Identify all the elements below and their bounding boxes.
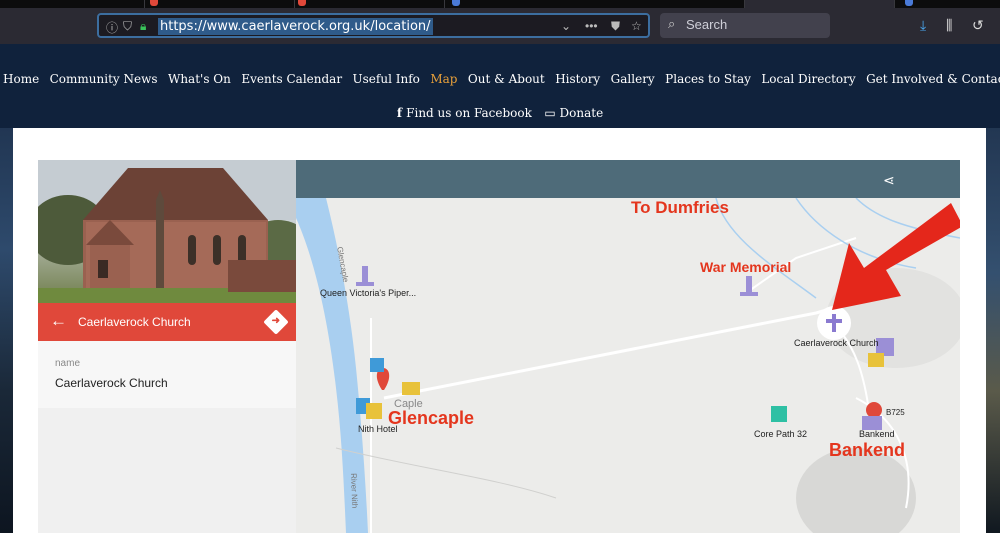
place-title: Caerlaverock Church [78,315,191,329]
search-icon: ⌕ [668,16,676,31]
nav-get-involved[interactable]: Get Involved & Contact [866,72,1000,86]
tab-strip [0,0,1000,8]
poi-piper-label[interactable]: Queen Victoria's Piper... [320,288,416,298]
share-icon[interactable]: ⋖ [883,172,895,189]
nav-community-news[interactable]: Community News [50,72,158,86]
label-bankend: Bankend [829,440,906,460]
post-office-icon [402,382,420,395]
info-icon[interactable]: ⓘ [106,19,118,36]
town-label-caple: Caple [394,398,423,410]
browser-tab[interactable] [295,0,445,8]
browser-tab[interactable] [445,0,745,8]
map-view[interactable]: To Dumfries War Memorial Glencaple Banke… [296,197,960,533]
poi-church-label[interactable]: Caerlaverock Church [794,338,879,348]
monument-icon [362,266,368,284]
search-box[interactable]: ⌕ [660,13,830,38]
war-memorial-icon [746,276,752,294]
place-panel: ← Caerlaverock Church ➜ name Caerlaveroc… [38,160,296,533]
pocket-icon[interactable]: ⛊ [611,19,620,34]
url-text[interactable]: https://www.caerlaverock.org.uk/location… [158,18,433,35]
nav-history[interactable]: History [555,72,600,86]
nav-home[interactable]: Home [3,72,39,86]
facebook-icon: f [396,106,407,120]
poi-nith-hotel-label[interactable]: Nith Hotel [358,424,398,434]
history-icon[interactable]: ↺ [972,17,984,34]
back-arrow-icon[interactable]: ← [50,311,67,331]
walking-icon [771,406,787,422]
church-photo [38,160,296,303]
background-scenery-left [0,61,13,533]
lock-icon[interactable]: 🔒︎ [140,19,146,34]
donate-label: Donate [559,106,604,120]
bookmark-star-icon[interactable]: ☆ [631,19,642,33]
nav-map[interactable]: Map [430,72,457,86]
map-container: ⋖ To Dumfries War Memorial Glencaple Ban… [296,160,960,533]
map-header: ⋖ [296,160,960,198]
field-value: Caerlaverock Church [55,376,168,390]
picnic-icon [868,353,884,367]
bankend-castle-icon [862,416,882,430]
nav-out-about[interactable]: Out & About [468,72,545,86]
main-content: ← Caerlaverock Church ➜ name Caerlaveroc… [13,128,986,533]
site-navigation: Home Community News What's On Events Cal… [0,44,1000,128]
shield-icon[interactable]: ⛉ [123,19,132,34]
chevron-down-icon[interactable]: ⌄ [561,19,571,33]
browser-tab[interactable] [0,0,145,8]
field-label: name [55,358,81,369]
credit-card-icon: ▭ [544,106,560,120]
river-label: River Nith [349,473,360,509]
url-bar[interactable]: ⓘ ⛉ 🔒︎ https://www.caerlaverock.org.uk/l… [97,13,650,38]
background-scenery-right [986,61,1000,533]
nav-useful-info[interactable]: Useful Info [353,72,420,86]
nav-whats-on[interactable]: What's On [168,72,231,86]
search-input[interactable] [686,17,816,32]
download-icon[interactable]: ⤓ [920,17,926,34]
facebook-link[interactable]: f Find us on Facebook [397,106,532,120]
browser-toolbar: ⓘ ⛉ 🔒︎ https://www.caerlaverock.org.uk/l… [0,8,1000,44]
poi-core-path-label[interactable]: Core Path 32 [754,429,807,439]
facebook-label: Find us on Facebook [406,106,532,120]
place-title-bar: ← Caerlaverock Church ➜ [38,303,296,341]
browser-tab-active[interactable] [745,0,895,8]
nav-places-to-stay[interactable]: Places to Stay [665,72,751,86]
donate-link[interactable]: ▭ Donate [544,106,603,120]
poi-bankend-label[interactable]: Bankend [859,429,895,439]
tab-favicon [905,0,913,6]
label-war-memorial: War Memorial [700,259,792,275]
place-details: name Caerlaverock Church [38,341,296,408]
directions-icon[interactable]: ➜ [263,309,289,335]
secondary-menu: f Find us on Facebook ▭ Donate [0,104,1000,122]
bankend-pin [866,402,882,418]
accommodation-icon [366,403,382,419]
nav-gallery[interactable]: Gallery [611,72,655,86]
boat-icon [370,358,384,372]
map-canvas [296,197,960,533]
nav-local-directory[interactable]: Local Directory [761,72,855,86]
road-label: B725 [886,408,905,417]
more-icon[interactable]: ••• [585,19,598,33]
browser-tab[interactable] [145,0,295,8]
label-glencaple: Glencaple [388,408,475,428]
label-to-dumfries: To Dumfries [631,198,729,217]
library-icon[interactable]: ⫼ [946,17,952,34]
main-menu: Home Community News What's On Events Cal… [0,70,1000,88]
nav-events-calendar[interactable]: Events Calendar [241,72,342,86]
